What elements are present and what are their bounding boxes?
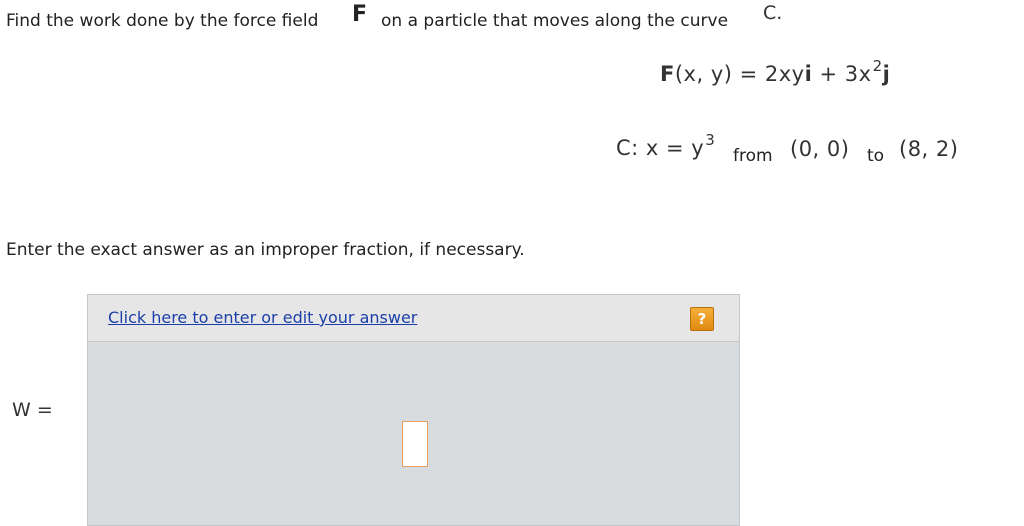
force-plus-term: + 3x [812, 62, 872, 86]
unit-vector-j: j [882, 62, 891, 86]
curve-symbol: C. [763, 2, 783, 24]
curve-lhs: C: x = y [616, 136, 705, 160]
answer-panel-header: Click here to enter or edit your answer … [88, 295, 739, 342]
instruction-text: Enter the exact answer as an improper fr… [6, 240, 525, 260]
answer-input-box[interactable] [402, 421, 428, 467]
question-prefix: Find the work done by the force field [6, 11, 319, 31]
answer-panel: Click here to enter or edit your answer … [87, 294, 740, 526]
curve-exponent: 3 [705, 131, 716, 149]
to-word: to [867, 146, 885, 166]
force-field-symbol: F [352, 2, 368, 27]
curve-equation: C: x = y3 [616, 131, 715, 160]
force-equation: F(x, y) = 2xyi + 3x2j [660, 57, 891, 86]
end-point: (8, 2) [899, 137, 959, 161]
force-lhs: (x, y) = 2xy [674, 62, 805, 86]
question-middle: on a particle that moves along the curve [381, 11, 729, 31]
force-exponent: 2 [872, 57, 883, 75]
from-word: from [733, 146, 773, 166]
start-point: (0, 0) [790, 137, 850, 161]
edit-answer-link[interactable]: Click here to enter or edit your answer [108, 308, 417, 327]
help-icon[interactable]: ? [690, 307, 714, 331]
answer-variable-label: W = [12, 399, 53, 421]
force-F-symbol: F [660, 62, 675, 86]
